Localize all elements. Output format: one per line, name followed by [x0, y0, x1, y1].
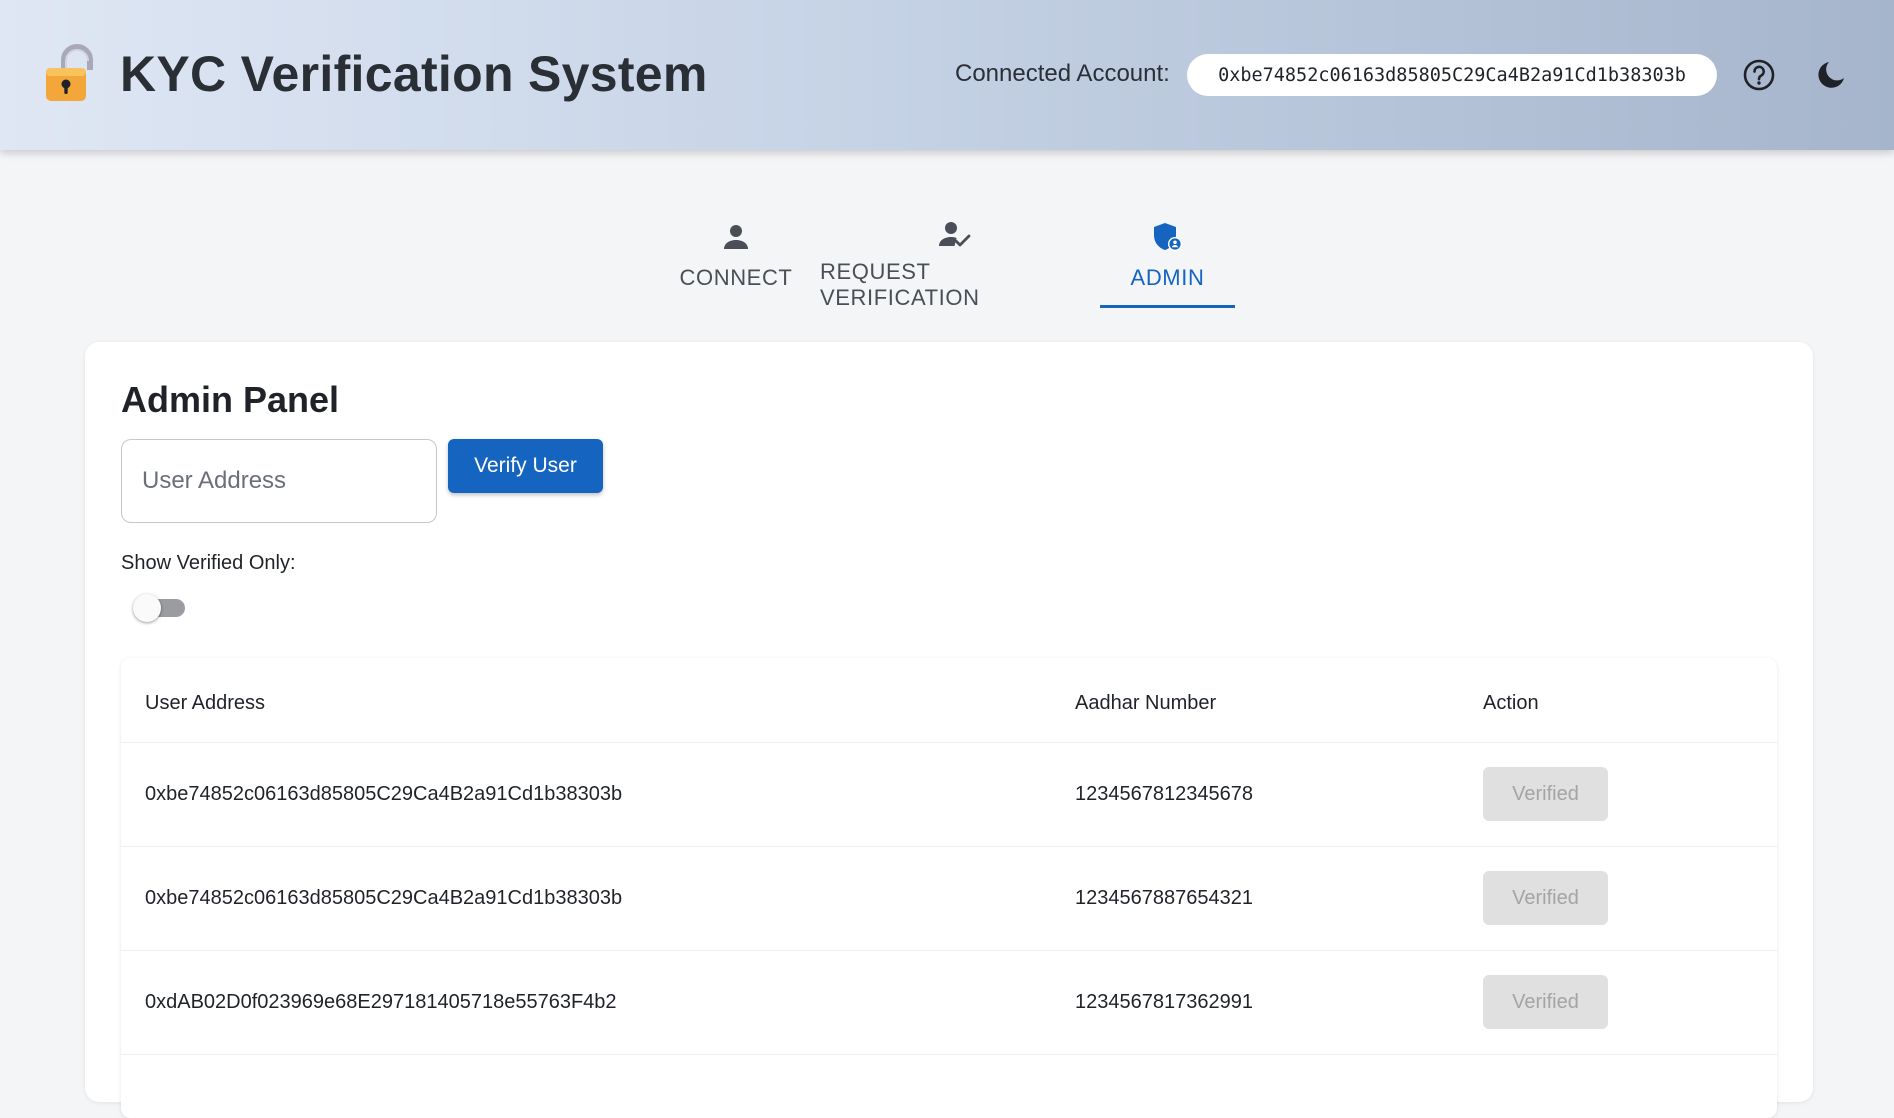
tab-admin-label: ADMIN	[1130, 265, 1205, 290]
header-aadhar-number: Aadhar Number	[1075, 658, 1483, 743]
table-header-row: User Address Aadhar Number Action	[121, 658, 1777, 743]
user-address-input[interactable]	[121, 439, 437, 523]
tab-bar: CONNECT REQUEST VERIFICATION ADMIN	[0, 205, 1894, 310]
row-action-cell: Verified	[1483, 950, 1777, 1055]
active-tab-indicator	[1100, 305, 1235, 308]
person-icon	[721, 219, 751, 255]
tab-admin[interactable]: ADMIN	[1100, 205, 1235, 309]
person-check-icon	[938, 219, 972, 249]
lock-icon	[42, 44, 100, 104]
table-row: 0xbe74852c06163d85805C29Ca4B2a91Cd1b3830…	[121, 742, 1777, 847]
users-table: User Address Aadhar Number Action 0xbe74…	[121, 658, 1777, 1118]
row-aadhar-number: 1234567887654321	[1075, 846, 1483, 951]
table-row: 0xbe74852c06163d85805C29Ca4B2a91Cd1b3830…	[121, 846, 1777, 951]
row-aadhar-number: 1234567817362991	[1075, 950, 1483, 1055]
show-verified-label: Show Verified Only:	[121, 552, 296, 574]
tab-request-verification[interactable]: REQUEST VERIFICATION	[820, 205, 1090, 310]
verify-user-button[interactable]: Verify User	[448, 439, 603, 493]
admin-panel-card: Admin Panel Verify User Show Verified On…	[85, 342, 1813, 1118]
row-action-cell: Verified	[1483, 846, 1777, 951]
help-circle-icon[interactable]	[1740, 56, 1778, 94]
connected-account-label: Connected Account:	[955, 60, 1170, 87]
tab-connect-label: CONNECT	[679, 265, 793, 290]
app-title: KYC Verification System	[120, 46, 708, 102]
tab-request-verification-label: REQUEST VERIFICATION	[820, 259, 980, 310]
row-user-address: 0xbe74852c06163d85805C29Ca4B2a91Cd1b3830…	[121, 742, 1075, 847]
toggle-thumb	[133, 594, 161, 622]
header-action: Action	[1483, 658, 1777, 743]
row-action-cell: Verified	[1483, 742, 1777, 847]
admin-shield-icon	[1152, 219, 1184, 255]
page-title: Admin Panel	[121, 379, 340, 420]
row-user-address: 0xdAB02D0f023969e68E297181405718e55763F4…	[121, 950, 1075, 1055]
show-verified-toggle[interactable]	[133, 592, 189, 622]
verified-button: Verified	[1483, 975, 1608, 1029]
verified-button: Verified	[1483, 871, 1608, 925]
table-row: 0xdAB02D0f023969e68E297181405718e55763F4…	[121, 950, 1777, 1055]
moon-icon[interactable]	[1812, 56, 1850, 94]
app-header: KYC Verification System Connected Accoun…	[0, 0, 1894, 150]
header-user-address: User Address	[121, 658, 1075, 743]
row-user-address: 0xbe74852c06163d85805C29Ca4B2a91Cd1b3830…	[121, 846, 1075, 951]
verified-button: Verified	[1483, 767, 1608, 821]
tab-connect[interactable]: CONNECT	[672, 205, 800, 309]
connected-account-address: 0xbe74852c06163d85805C29Ca4B2a91Cd1b3830…	[1187, 54, 1717, 96]
row-aadhar-number: 1234567812345678	[1075, 742, 1483, 847]
